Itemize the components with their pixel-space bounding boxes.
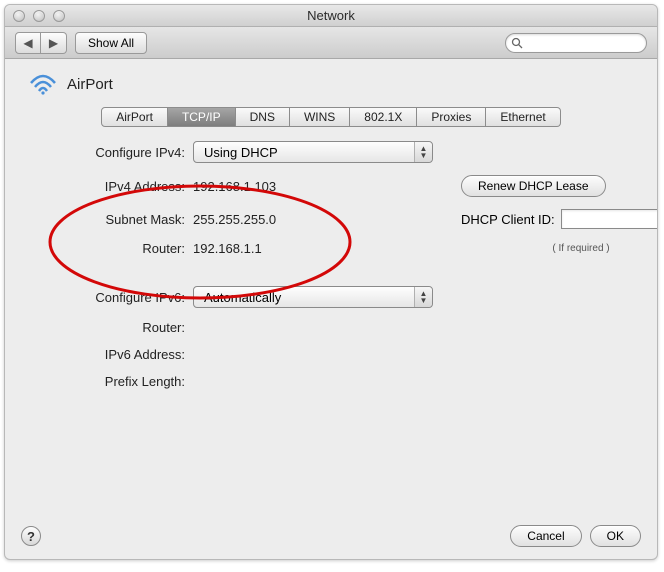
configure-ipv4-popup[interactable]: Using DHCP ▲▼ [193, 141, 433, 163]
back-button[interactable]: ◀ [15, 32, 41, 54]
search-wrap [505, 33, 647, 53]
tab-airport[interactable]: AirPort [101, 107, 168, 127]
ipv4-address-label: IPv4 Address: [5, 179, 185, 194]
wifi-icon [29, 73, 57, 95]
content-area: AirPort AirPort TCP/IP DNS WINS 802.1X Proxie… [5, 59, 657, 517]
ipv6-address-label: IPv6 Address: [5, 347, 185, 362]
tab-label: Ethernet [500, 110, 545, 124]
renew-dhcp-button[interactable]: Renew DHCP Lease [461, 175, 606, 197]
ipv4-section: Configure IPv4: Using DHCP ▲▼ IPv4 Addre… [5, 141, 639, 389]
router-value: 192.168.1.1 [193, 241, 333, 256]
chevron-right-icon: ▶ [49, 36, 58, 50]
tab-dns[interactable]: DNS [236, 107, 290, 127]
tab-label: AirPort [116, 110, 153, 124]
cancel-label: Cancel [527, 529, 564, 543]
help-icon: ? [27, 529, 35, 544]
forward-button[interactable]: ▶ [41, 32, 67, 54]
router-label: Router: [5, 241, 185, 256]
dhcp-client-id-input[interactable] [561, 209, 658, 229]
tab-tcp-ip[interactable]: TCP/IP [168, 107, 236, 127]
configure-ipv6-value: Automatically [204, 290, 281, 305]
tab-label: TCP/IP [182, 110, 221, 124]
show-all-label: Show All [88, 36, 134, 50]
ipv6-router-label: Router: [5, 320, 185, 335]
chevron-left-icon: ◀ [23, 36, 32, 50]
titlebar: Network [5, 5, 657, 27]
toolbar: ◀ ▶ Show All [5, 27, 657, 59]
tab-wins[interactable]: WINS [290, 107, 350, 127]
subnet-mask-label: Subnet Mask: [5, 212, 185, 227]
ipv4-address-value: 192.168.1.103 [193, 179, 333, 194]
dialog-button-bar: ? Cancel OK [5, 517, 657, 559]
help-button[interactable]: ? [21, 526, 41, 546]
tab-label: 802.1X [364, 110, 402, 124]
tab-proxies[interactable]: Proxies [417, 107, 486, 127]
subnet-mask-value: 255.255.255.0 [193, 212, 333, 227]
dhcp-client-id-label: DHCP Client ID: [461, 212, 555, 227]
tab-802-1x[interactable]: 802.1X [350, 107, 417, 127]
popup-arrows-icon: ▲▼ [414, 287, 432, 307]
cancel-button[interactable]: Cancel [510, 525, 581, 547]
interface-header: AirPort [29, 73, 639, 95]
network-preferences-window: Network ◀ ▶ Show All [4, 4, 658, 560]
configure-ipv4-value: Using DHCP [204, 145, 278, 160]
renew-dhcp-label: Renew DHCP Lease [478, 179, 589, 193]
nav-segment: ◀ ▶ [15, 32, 67, 54]
window-title: Network [5, 8, 657, 23]
if-required-note: ( If required ) [461, 243, 658, 254]
configure-ipv6-label: Configure IPv6: [5, 290, 185, 305]
tab-label: WINS [304, 110, 335, 124]
tabs: AirPort TCP/IP DNS WINS 802.1X Proxies Etherne… [101, 107, 560, 127]
popup-arrows-icon: ▲▼ [414, 142, 432, 162]
prefix-length-label: Prefix Length: [5, 374, 185, 389]
ok-button[interactable]: OK [590, 525, 641, 547]
search-icon [511, 37, 523, 49]
ok-label: OK [607, 529, 624, 543]
configure-ipv4-label: Configure IPv4: [5, 145, 185, 160]
search-input[interactable] [505, 33, 647, 53]
tab-ethernet[interactable]: Ethernet [486, 107, 560, 127]
interface-name: AirPort [67, 76, 113, 93]
show-all-button[interactable]: Show All [75, 32, 147, 54]
tab-label: DNS [250, 110, 275, 124]
configure-ipv6-popup[interactable]: Automatically ▲▼ [193, 286, 433, 308]
tab-label: Proxies [431, 110, 471, 124]
